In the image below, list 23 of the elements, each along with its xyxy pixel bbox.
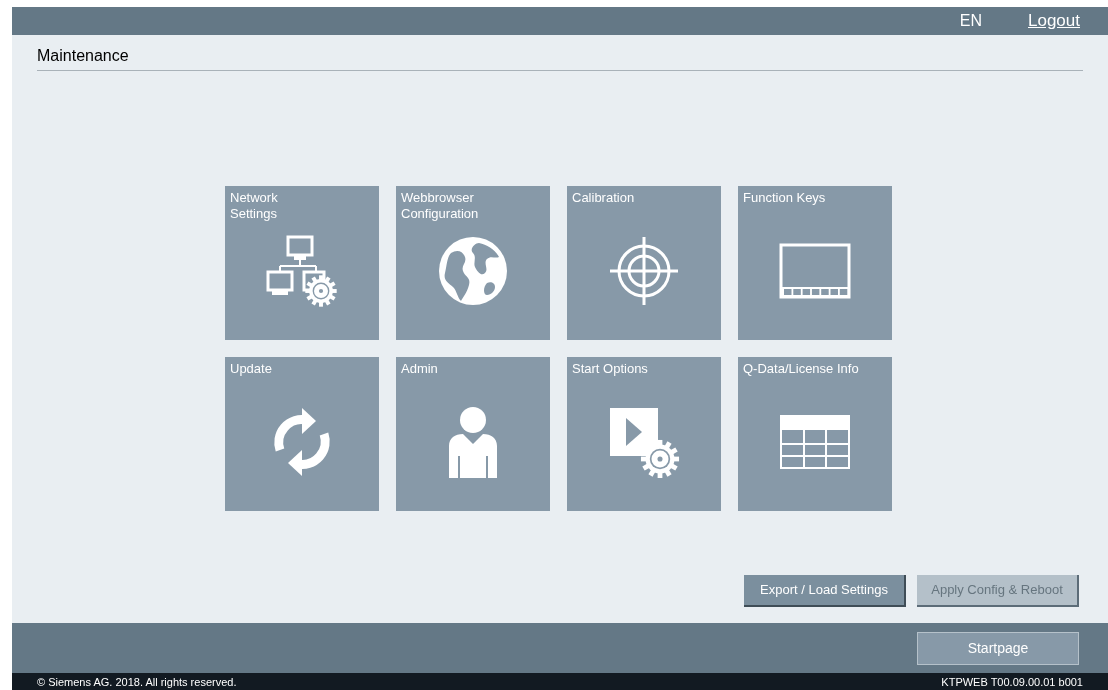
globe-icon xyxy=(437,234,509,307)
menu-tile[interactable]: Function Keys xyxy=(738,186,892,340)
person-icon xyxy=(447,405,499,478)
screen-keys-icon xyxy=(779,242,851,299)
startpage-button[interactable]: Startpage xyxy=(917,631,1079,665)
menu-tile[interactable]: Webbrowser Configuration xyxy=(396,186,550,340)
crosshair-icon xyxy=(608,234,680,307)
table-icon xyxy=(779,413,851,470)
menu-tile[interactable]: Update xyxy=(225,357,379,511)
version-text: KTPWEB T00.09.00.01 b001 xyxy=(941,674,1083,689)
menu-tile[interactable]: Q-Data/License Info xyxy=(738,357,892,511)
refresh-icon xyxy=(272,405,332,478)
play-settings-icon xyxy=(608,405,680,478)
network-icon xyxy=(266,234,338,307)
menu-tile[interactable]: Calibration xyxy=(567,186,721,340)
menu-tile[interactable]: Admin xyxy=(396,357,550,511)
copyright-text: © Siemens AG. 2018. All rights reserved. xyxy=(37,674,237,689)
menu-tile[interactable]: Network Settings xyxy=(225,186,379,340)
action-button[interactable]: Export / Load Settings xyxy=(744,575,906,607)
page-title: Maintenance xyxy=(37,47,129,64)
logout-link[interactable]: Logout xyxy=(1028,8,1080,34)
language-selector[interactable]: EN xyxy=(959,9,982,33)
menu-tile[interactable]: Start Options xyxy=(567,357,721,511)
